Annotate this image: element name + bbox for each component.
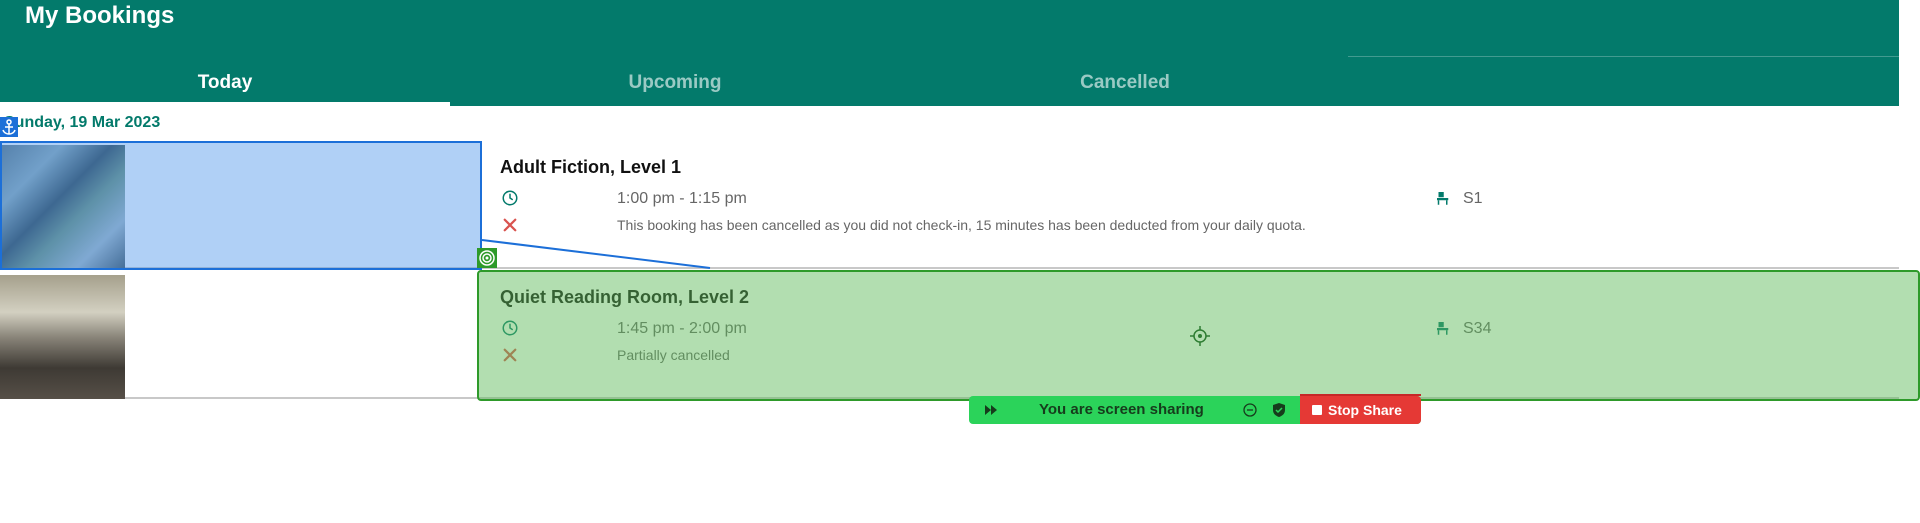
crosshair-icon	[1190, 326, 1210, 346]
share-status-text: You are screen sharing	[1039, 401, 1204, 418]
shield-icon[interactable]	[1271, 402, 1287, 418]
stop-share-button[interactable]: Stop Share	[1300, 396, 1421, 424]
drag-source-highlight[interactable]	[0, 141, 482, 270]
stop-icon	[1312, 405, 1322, 415]
target-icon	[477, 248, 497, 268]
screen-share-bar: You are screen sharing Stop Share	[969, 394, 1421, 424]
info-icon[interactable]	[1243, 403, 1257, 417]
anchor-icon	[0, 117, 18, 137]
drag-handle-icon[interactable]	[983, 403, 999, 417]
stop-share-label: Stop Share	[1328, 402, 1402, 418]
